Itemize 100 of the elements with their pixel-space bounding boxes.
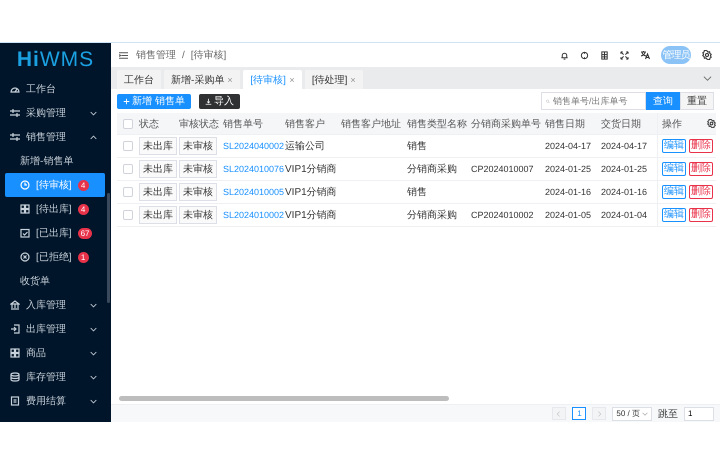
chevron-down-icon: [90, 350, 97, 356]
reset-button[interactable]: 重置: [680, 92, 714, 110]
table-cell-text: 2024-04-17: [545, 141, 592, 151]
status-tag: 未审核: [179, 206, 217, 224]
column-header: 分销商采购单号: [471, 118, 542, 130]
import-button[interactable]: 导入: [198, 94, 240, 108]
table-cell-text: VIP1分销商: [285, 208, 338, 222]
chevron-up-icon: [90, 134, 97, 140]
chevron-down-icon[interactable]: [703, 74, 712, 83]
chevron-down-icon: [90, 398, 97, 404]
chevron-down-icon: [642, 410, 648, 416]
breadcrumb-item: [待审核]: [190, 48, 226, 62]
close-circle-icon: [20, 252, 30, 262]
checkbox[interactable]: [123, 118, 133, 128]
bell-icon[interactable]: [560, 50, 569, 60]
count-badge: 4: [78, 180, 89, 190]
close-icon[interactable]: [350, 76, 356, 82]
download-icon: [204, 98, 212, 104]
status-tag: 未审核: [179, 137, 217, 155]
checkbox[interactable]: [123, 210, 133, 220]
chevron-down-icon: [90, 110, 97, 116]
scrollbar-thumb[interactable]: [119, 396, 449, 401]
checkbox[interactable]: [123, 141, 133, 151]
sidebar-item[interactable]: 工作台: [0, 77, 105, 101]
plus-icon: [123, 98, 130, 104]
table-cell-text: 2024-04-17: [601, 141, 648, 151]
count-badge: 4: [78, 204, 89, 214]
table-cell-text: 2024-01-04: [601, 210, 648, 220]
delete-button[interactable]: 删除: [689, 162, 713, 176]
document-icon: [10, 396, 20, 406]
circle-icon[interactable]: [580, 50, 589, 60]
status-tag: 未审核: [179, 183, 217, 201]
sidebar-item[interactable]: 销售管理: [0, 125, 105, 149]
app-logo: HiWMS: [16, 47, 96, 73]
sidebar-item[interactable]: 入库管理: [0, 293, 105, 317]
checkbox-icon: [20, 228, 30, 238]
tab[interactable]: 新增-采购单: [164, 70, 240, 89]
sidebar-item[interactable]: [待出库] 4: [0, 197, 105, 221]
grid-icon: [10, 348, 20, 358]
chevron-down-icon: [90, 374, 97, 380]
sliders-icon: [10, 108, 20, 118]
table-cell-text: 2024-01-25: [545, 164, 592, 174]
delete-button[interactable]: 删除: [689, 139, 713, 153]
status-tag: 未审核: [179, 160, 217, 178]
chevron-left-icon: [556, 410, 562, 416]
jump-label: 跳至: [658, 408, 678, 420]
column-header: 操作: [662, 118, 682, 130]
sidebar-item[interactable]: 采购管理: [0, 101, 105, 125]
page-input[interactable]: 1: [684, 406, 714, 420]
sidebar-item[interactable]: [待审核] 4: [5, 173, 105, 197]
building-icon: [10, 300, 20, 310]
sidebar-item[interactable]: 库存管理: [0, 365, 105, 389]
layout-icon[interactable]: [600, 50, 609, 60]
translate-icon[interactable]: [640, 50, 650, 60]
fullscreen-icon[interactable]: [620, 50, 629, 60]
tab[interactable]: [待处理]: [304, 70, 364, 89]
delete-button[interactable]: 删除: [689, 208, 713, 222]
column-header: 销售客户: [285, 118, 326, 130]
status-tag: 未出库: [139, 160, 177, 178]
count-badge: 67: [78, 228, 92, 238]
close-icon[interactable]: [227, 76, 234, 82]
page-size-select[interactable]: 50 / 页: [612, 406, 652, 420]
sidebar-item[interactable]: [已出库] 67: [0, 221, 105, 245]
close-icon[interactable]: [288, 76, 295, 82]
column-header: 销售客户地址: [341, 118, 402, 130]
database-icon: [10, 372, 20, 382]
scrollbar-thumb[interactable]: [107, 193, 110, 303]
column-header: 销售单号: [223, 118, 264, 130]
breadcrumb-separator: /: [182, 50, 185, 60]
chevron-down-icon: [90, 302, 97, 308]
sidebar-item[interactable]: 收货单: [0, 269, 105, 293]
table-cell-text: 运输公司: [285, 140, 326, 153]
sidebar-item[interactable]: 费用结算: [0, 389, 105, 413]
sliders-icon: [10, 132, 20, 142]
delete-button[interactable]: 删除: [689, 185, 713, 199]
search-icon: [546, 98, 550, 104]
sidebar-item[interactable]: 出库管理: [0, 317, 105, 341]
clock-icon: [20, 180, 30, 190]
checkbox[interactable]: [123, 187, 133, 197]
search-field[interactable]: 销售单号/出库单号: [541, 92, 646, 110]
table-cell-text: 分销商采购: [407, 208, 458, 222]
table-cell-text: 销售: [407, 140, 428, 153]
menu-icon[interactable]: [119, 50, 128, 60]
table-cell-text: 2024-01-25: [601, 164, 648, 174]
table-cell-text: 2024-01-05: [545, 210, 592, 220]
sidebar-item[interactable]: 商品: [0, 341, 105, 365]
settings-icon[interactable]: [702, 50, 712, 60]
table-cell-text: 2024-01-16: [545, 187, 592, 197]
count-badge: 1: [78, 252, 89, 262]
sidebar-item[interactable]: [已拒绝] 1: [0, 245, 105, 269]
checkbox[interactable]: [123, 164, 133, 174]
column-header: 审核状态: [179, 118, 220, 130]
table-cell-text: 销售: [407, 186, 428, 199]
settings-icon[interactable]: [707, 119, 716, 128]
sidebar-item[interactable]: 新增-销售单: [0, 149, 105, 173]
table-cell-text: VIP1分销商: [285, 162, 338, 176]
table-cell-text: 2024-01-16: [601, 187, 648, 197]
breadcrumb-item[interactable]: 销售管理: [136, 48, 176, 62]
tab[interactable]: 工作台: [117, 70, 161, 89]
table-cell-text: CP2024010007: [471, 164, 535, 174]
